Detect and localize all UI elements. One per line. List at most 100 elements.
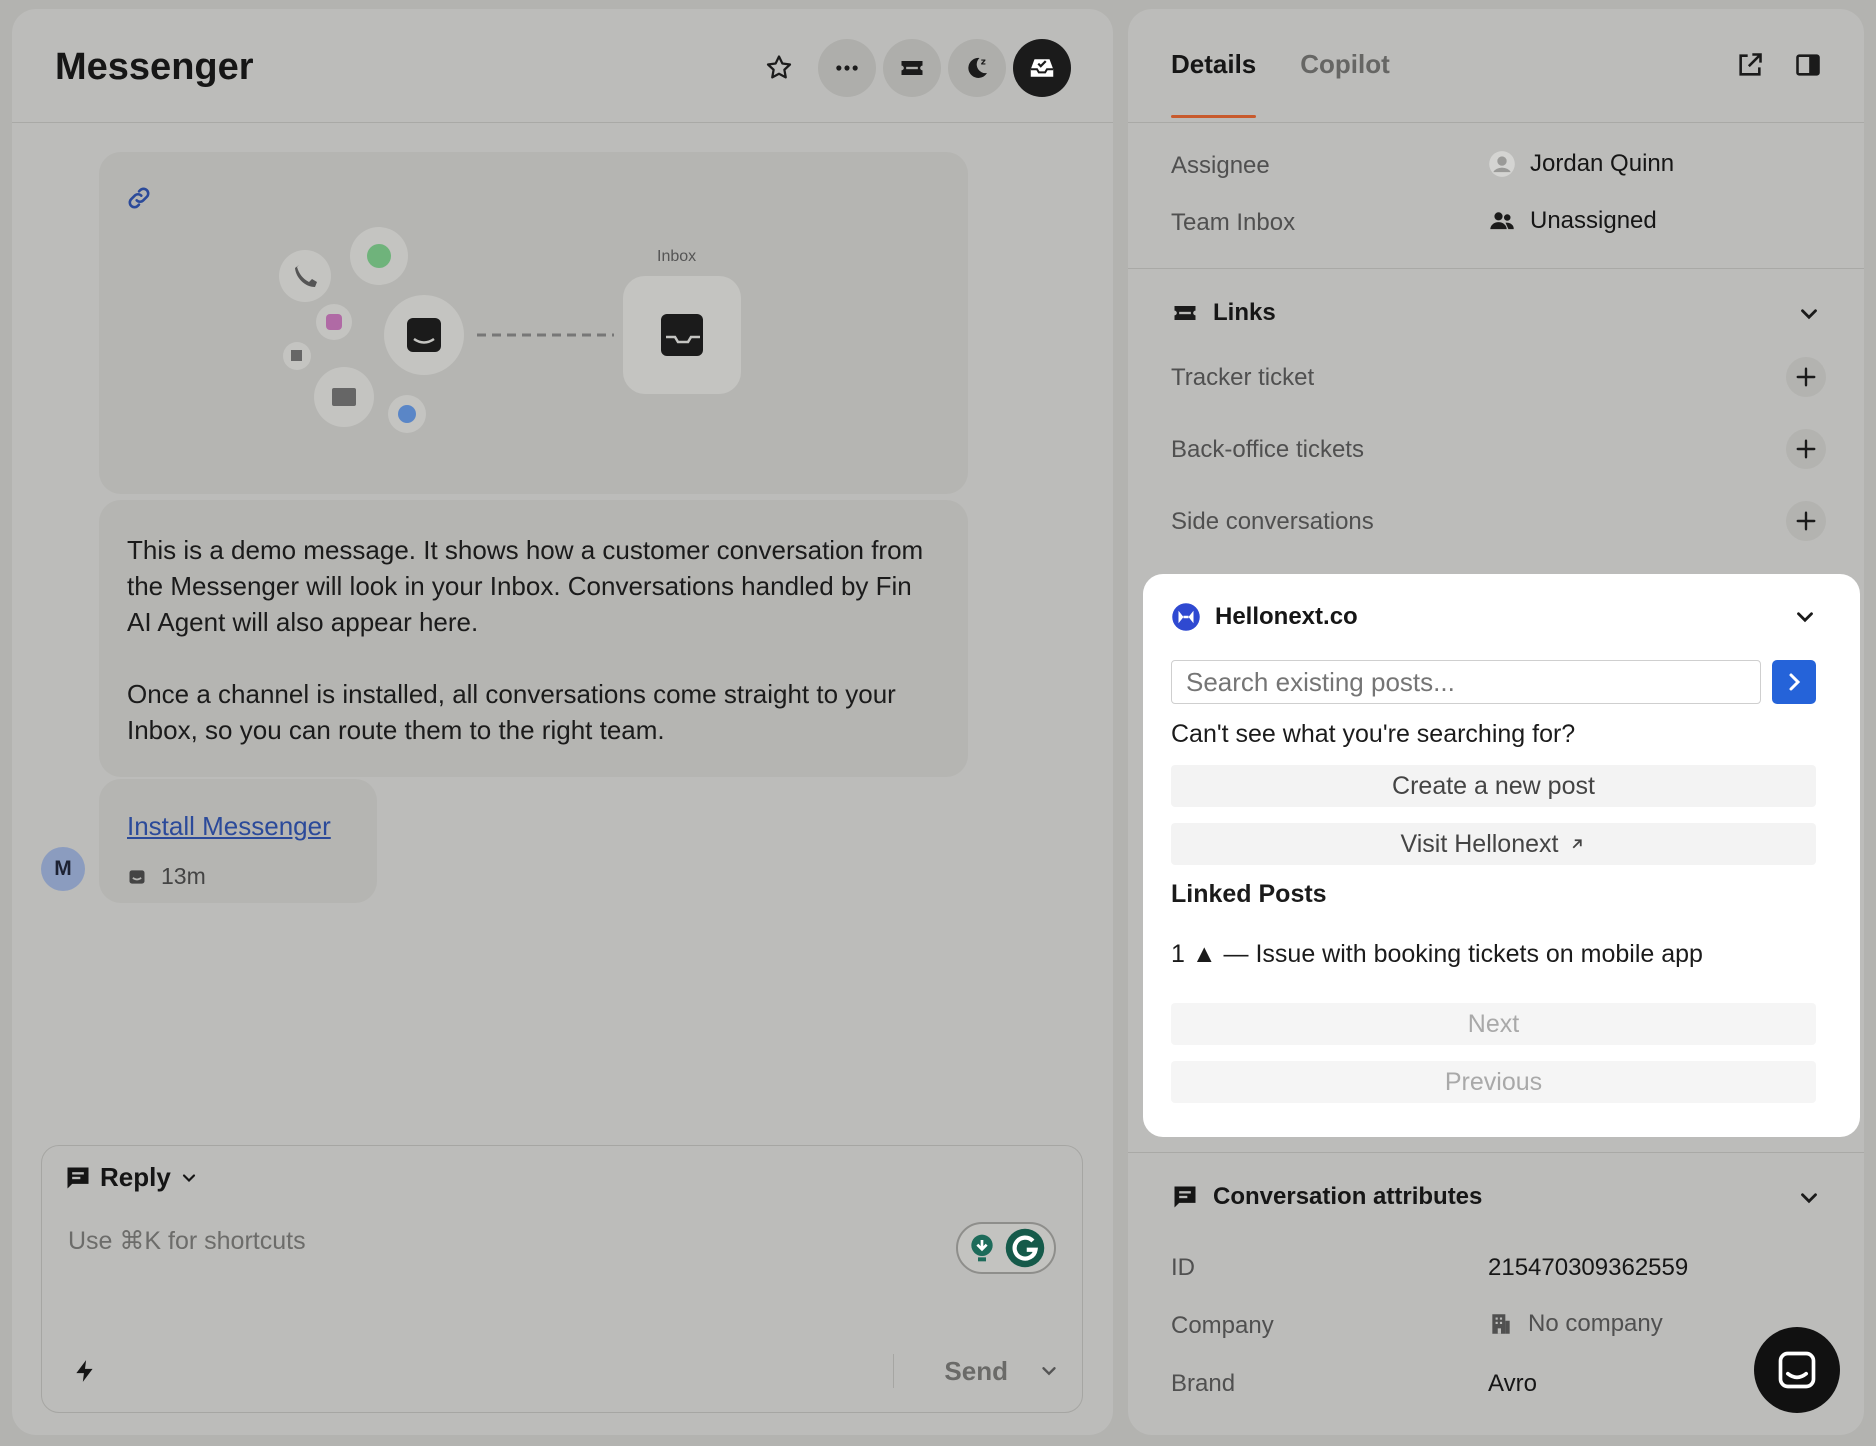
lightbulb-icon: [971, 1234, 993, 1262]
tracker-ticket-label: Tracker ticket: [1171, 364, 1315, 391]
messenger-channel-icon: [129, 869, 145, 884]
hellonext-logo-icon: [1172, 603, 1200, 631]
side-conversations-label: Side conversations: [1171, 508, 1374, 535]
reply-mode-dropdown[interactable]: Reply: [64, 1162, 199, 1193]
company-label: Company: [1171, 1312, 1274, 1339]
lightning-icon[interactable]: [72, 1356, 98, 1386]
avatar-placeholder-icon: [1489, 151, 1515, 177]
snooze-button[interactable]: z: [948, 39, 1006, 97]
grammarly-icon: [1005, 1228, 1045, 1268]
company-name: No company: [1528, 1310, 1663, 1337]
chevron-down-icon[interactable]: [1796, 301, 1822, 327]
chevron-down-icon[interactable]: [1038, 1360, 1060, 1382]
details-tabs: Details Copilot: [1171, 49, 1390, 118]
conversation-attributes-header[interactable]: Conversation attributes: [1171, 1183, 1482, 1211]
reply-composer[interactable]: Reply Use ⌘K for shortcuts Send: [41, 1145, 1083, 1413]
previous-button[interactable]: Previous: [1171, 1061, 1816, 1103]
reply-icon: [67, 1167, 89, 1188]
more-icon: [836, 65, 858, 71]
plus-icon: [1796, 511, 1816, 531]
hellonext-header[interactable]: Hellonext.co: [1171, 602, 1358, 632]
chevron-down-icon: [182, 1173, 195, 1182]
reply-input[interactable]: Use ⌘K for shortcuts: [68, 1226, 306, 1256]
chevron-down-icon[interactable]: [1796, 1185, 1822, 1211]
open-external-icon[interactable]: [1736, 51, 1764, 79]
message-timestamp: 13m: [161, 863, 206, 889]
ticket-icon: [901, 61, 923, 75]
inbox-check-icon: [1030, 59, 1054, 77]
conversation-title: Messenger: [55, 46, 254, 88]
conversation-header: Messenger z: [12, 9, 1113, 123]
linked-post-item[interactable]: 1 ▲ — Issue with booking tickets on mobi…: [1171, 940, 1703, 969]
hellonext-app-card: Hellonext.co Can't see what you're searc…: [1143, 574, 1860, 1137]
reply-mode-label: Reply: [100, 1162, 171, 1192]
links-section-header[interactable]: Links: [1171, 299, 1276, 327]
assignee-value[interactable]: Jordan Quinn: [1488, 150, 1674, 178]
visit-hellonext-button[interactable]: Visit Hellonext: [1171, 823, 1816, 865]
arrow-up-right-icon: [1573, 839, 1583, 849]
search-submit-button[interactable]: [1772, 660, 1816, 704]
back-office-tickets-label: Back-office tickets: [1171, 436, 1364, 463]
channels-diagram: [279, 227, 741, 433]
avatar: M: [41, 847, 85, 891]
brand-value: Avro: [1488, 1370, 1537, 1397]
search-help-text: Can't see what you're searching for?: [1171, 720, 1576, 748]
brand-label: Brand: [1171, 1370, 1236, 1397]
links-title: Links: [1213, 299, 1276, 326]
next-button[interactable]: Next: [1171, 1003, 1816, 1045]
close-conversation-button[interactable]: [1013, 39, 1071, 97]
snooze-icon: z: [968, 57, 987, 78]
id-label: ID: [1171, 1254, 1195, 1281]
conversation-panel: Messenger z Inbox This is a demo message…: [12, 9, 1113, 1435]
star-icon: [766, 55, 792, 79]
visit-hellonext-label: Visit Hellonext: [1400, 829, 1559, 858]
assignee-label: Assignee: [1171, 152, 1270, 179]
conversation-icon: [1174, 1186, 1196, 1208]
company-value[interactable]: No company: [1488, 1310, 1663, 1338]
ticket-button[interactable]: [883, 39, 941, 97]
send-button[interactable]: Send: [893, 1354, 1038, 1388]
building-icon: [1492, 1314, 1510, 1334]
messenger-demo-image: Inbox: [99, 152, 968, 494]
team-inbox-label: Team Inbox: [1171, 209, 1296, 236]
team-inbox-value[interactable]: Unassigned: [1488, 207, 1657, 235]
star-button[interactable]: [750, 39, 808, 97]
conversation-attributes-title: Conversation attributes: [1213, 1183, 1483, 1210]
add-tracker-ticket-button[interactable]: [1786, 357, 1826, 397]
grammarly-widget[interactable]: [956, 1222, 1056, 1274]
hellonext-title: Hellonext.co: [1215, 603, 1358, 630]
panel-actions: [1736, 51, 1822, 79]
send-controls: Send: [893, 1354, 1060, 1388]
svg-text:z: z: [981, 57, 986, 67]
assignee-name: Jordan Quinn: [1530, 150, 1675, 177]
message-paragraph: Once a channel is installed, all convers…: [127, 679, 896, 745]
linked-posts-title: Linked Posts: [1171, 880, 1327, 908]
divider: [1128, 1152, 1864, 1153]
id-value: 215470309362559: [1488, 1254, 1689, 1281]
diagram-inbox-label: Inbox: [657, 248, 697, 265]
team-icon: [1490, 212, 1514, 230]
add-side-conversation-button[interactable]: [1786, 501, 1826, 541]
message-paragraph: This is a demo message. It shows how a c…: [127, 535, 924, 637]
divider: [1128, 268, 1864, 269]
messenger-launcher-button[interactable]: [1754, 1327, 1840, 1413]
plus-icon: [1796, 367, 1816, 387]
messenger-icon: [1778, 1351, 1816, 1389]
team-inbox-name: Unassigned: [1530, 207, 1657, 234]
install-bubble: Install Messenger 13m: [99, 779, 377, 903]
search-posts-input[interactable]: [1171, 660, 1761, 704]
divider: [1128, 122, 1864, 123]
install-messenger-link[interactable]: Install Messenger: [127, 811, 331, 842]
tab-details[interactable]: Details: [1171, 49, 1257, 118]
message-bubble: This is a demo message. It shows how a c…: [99, 500, 968, 777]
chevron-right-icon: [1789, 673, 1801, 691]
add-back-office-ticket-button[interactable]: [1786, 429, 1826, 469]
message-meta: 13m: [127, 863, 206, 890]
more-button[interactable]: [818, 39, 876, 97]
sidebar-toggle-icon[interactable]: [1794, 51, 1822, 79]
plus-icon: [1796, 439, 1816, 459]
create-post-button[interactable]: Create a new post: [1171, 765, 1816, 807]
ticket-icon: [1174, 306, 1196, 320]
chevron-down-icon[interactable]: [1792, 604, 1818, 630]
tab-copilot[interactable]: Copilot: [1300, 49, 1390, 118]
